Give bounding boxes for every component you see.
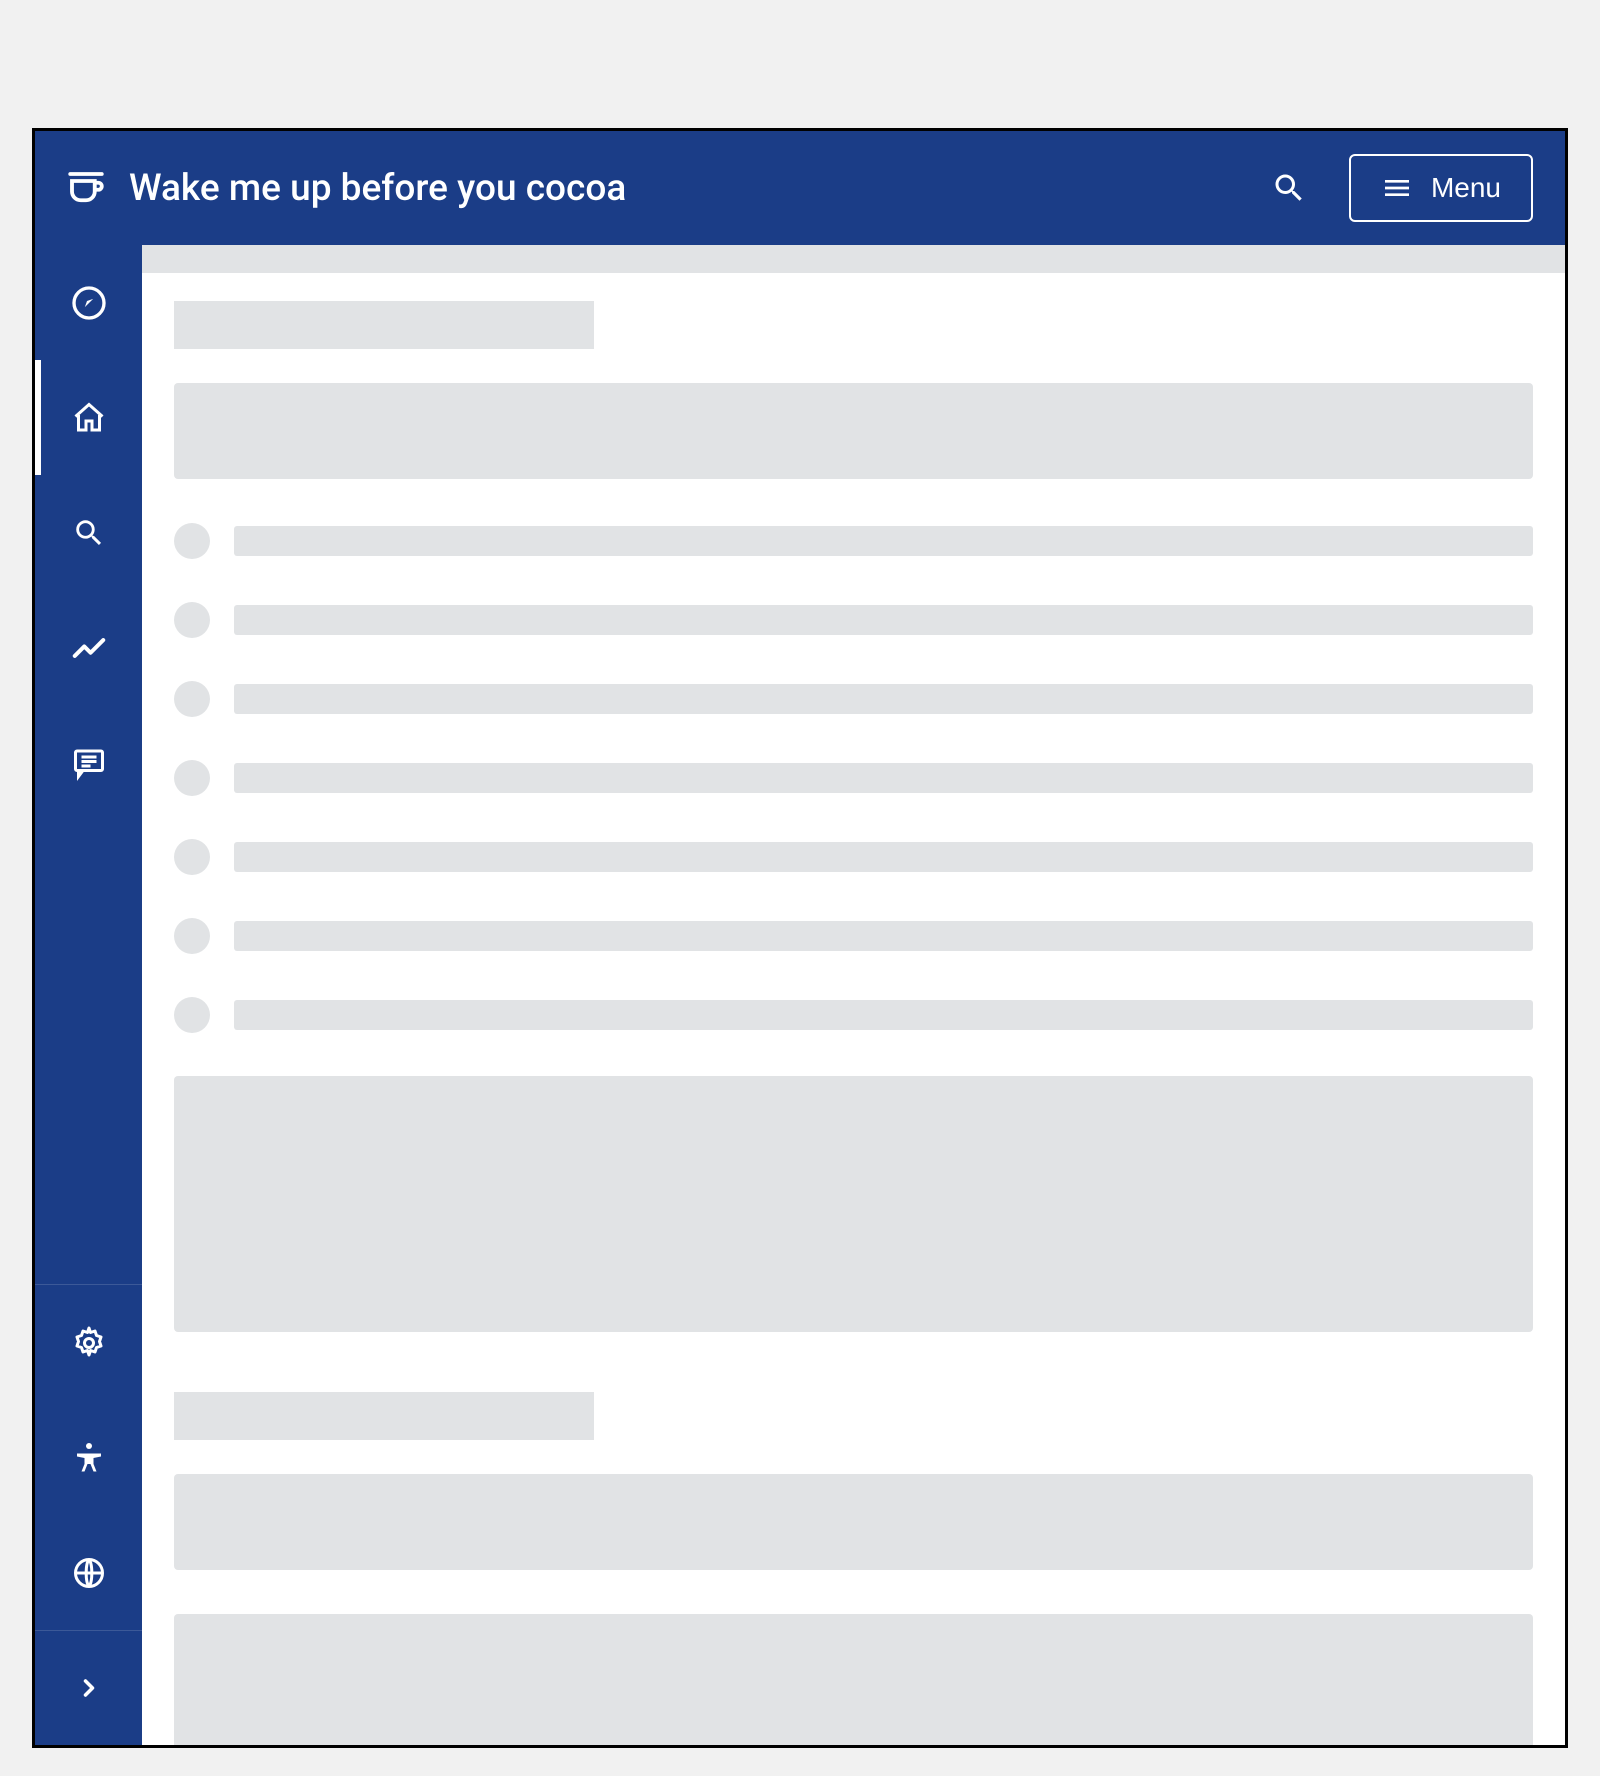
skeleton-tall-block [174,1614,1533,1745]
main-content [142,245,1565,1745]
chevron-right-icon [75,1674,103,1702]
skeleton-line [234,921,1533,951]
menu-icon [1381,172,1413,204]
app-window: Wake me up before you cocoa Menu [32,128,1568,1748]
skeleton-line [234,842,1533,872]
skeleton-list-item [174,839,1533,875]
sidebar [35,245,142,1745]
accessibility-icon [71,1440,107,1476]
skeleton-title [174,301,594,349]
skeleton-line [234,684,1533,714]
sidebar-item-settings[interactable] [35,1285,142,1400]
skeleton-line [234,605,1533,635]
skeleton-dot [174,839,210,875]
menu-button[interactable]: Menu [1349,154,1533,222]
skeleton-dot [174,523,210,559]
skeleton-list-item [174,997,1533,1033]
skeleton-block [174,1474,1533,1570]
home-icon [71,400,107,436]
skeleton-list-item [174,681,1533,717]
sidebar-item-trends[interactable] [35,590,142,705]
skeleton-list-item [174,918,1533,954]
sidebar-expand[interactable] [35,1630,142,1745]
body [35,245,1565,1745]
search-icon [1271,170,1307,206]
skeleton-list-item [174,760,1533,796]
sidebar-item-comments[interactable] [35,705,142,820]
search-button[interactable] [1259,158,1319,218]
sidebar-item-accessibility[interactable] [35,1400,142,1515]
sidebar-bottom [35,1284,142,1745]
globe-icon [71,1555,107,1591]
skeleton-tall-block [174,1076,1533,1332]
skeleton-dot [174,602,210,638]
skeleton-line [234,526,1533,556]
menu-label: Menu [1431,172,1501,204]
skeleton-dot [174,918,210,954]
coffee-icon [65,167,107,209]
skeleton-dot [174,681,210,717]
skeleton-list-item [174,602,1533,638]
skeleton-list-item [174,523,1533,559]
sidebar-item-explore[interactable] [35,245,142,360]
sidebar-item-home[interactable] [35,360,142,475]
search-icon [72,516,106,550]
skeleton-block [174,383,1533,479]
skeleton-title [174,1392,594,1440]
gear-icon [71,1325,107,1361]
skeleton-dot [174,997,210,1033]
content-section-1 [142,273,1565,1332]
skeleton-line [234,763,1533,793]
sidebar-item-search[interactable] [35,475,142,590]
timeline-icon [70,629,108,667]
sidebar-item-language[interactable] [35,1515,142,1630]
skeleton-line [234,1000,1533,1030]
comment-icon [71,745,107,781]
compass-icon [69,283,109,323]
top-spacer [142,245,1565,273]
header: Wake me up before you cocoa Menu [35,131,1565,245]
page-title: Wake me up before you cocoa [129,167,1259,210]
content-section-2 [142,1364,1565,1745]
sidebar-top [35,245,142,1284]
skeleton-dot [174,760,210,796]
